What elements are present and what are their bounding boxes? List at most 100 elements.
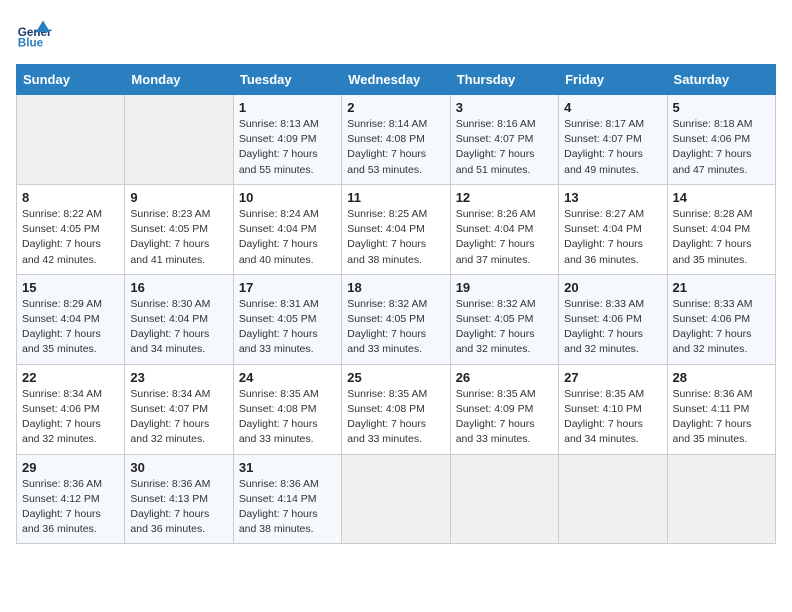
day-number: 2 [347,100,444,115]
calendar-cell: 26 Sunrise: 8:35 AM Sunset: 4:09 PM Dayli… [450,364,558,454]
day-info: Sunrise: 8:22 AM Sunset: 4:05 PM Dayligh… [22,207,119,268]
day-header-wednesday: Wednesday [342,65,450,95]
calendar-cell: 25Sunrise: 8:35 AM Sunset: 4:08 PM Dayli… [342,364,450,454]
calendar-week-3: 15 Sunrise: 8:29 AM Sunset: 4:04 PM Dayli… [17,274,776,364]
calendar-week-5: 29Sunrise: 8:36 AM Sunset: 4:12 PM Dayli… [17,454,776,544]
day-number: 26 [456,370,553,385]
calendar-cell: 18 Sunrise: 8:32 AM Sunset: 4:05 PM Dayli… [342,274,450,364]
day-info: Sunrise: 8:34 AM Sunset: 4:06 PM Dayligh… [22,387,119,448]
day-number: 11 [347,190,444,205]
calendar-cell: 31Sunrise: 8:36 AM Sunset: 4:14 PM Dayli… [233,454,341,544]
calendar-cell: 22Sunrise: 8:34 AM Sunset: 4:06 PM Dayli… [17,364,125,454]
calendar-week-2: 8 Sunrise: 8:22 AM Sunset: 4:05 PM Daylig… [17,184,776,274]
calendar-week-1: 1Sunrise: 8:13 AM Sunset: 4:09 PM Daylig… [17,95,776,185]
day-info: Sunrise: 8:28 AM Sunset: 4:04 PM Dayligh… [673,207,770,268]
calendar-cell: 17 Sunrise: 8:31 AM Sunset: 4:05 PM Dayli… [233,274,341,364]
day-number: 8 [22,190,119,205]
day-number: 30 [130,460,227,475]
calendar-cell: 12 Sunrise: 8:26 AM Sunset: 4:04 PM Dayli… [450,184,558,274]
day-number: 23 [130,370,227,385]
calendar-cell [125,95,233,185]
day-info: Sunrise: 8:30 AM Sunset: 4:04 PM Dayligh… [130,297,227,358]
day-number: 9 [130,190,227,205]
days-header-row: SundayMondayTuesdayWednesdayThursdayFrid… [17,65,776,95]
calendar-cell: 21 Sunrise: 8:33 AM Sunset: 4:06 PM Dayli… [667,274,775,364]
day-header-thursday: Thursday [450,65,558,95]
day-info: Sunrise: 8:36 AM Sunset: 4:13 PM Dayligh… [130,477,227,538]
calendar-cell: 13Sunrise: 8:27 AM Sunset: 4:04 PM Dayli… [559,184,667,274]
calendar-cell: 24 Sunrise: 8:35 AM Sunset: 4:08 PM Dayli… [233,364,341,454]
day-number: 19 [456,280,553,295]
page-header: General Blue [16,16,776,52]
calendar-cell: 28 Sunrise: 8:36 AM Sunset: 4:11 PM Dayli… [667,364,775,454]
day-info: Sunrise: 8:18 AM Sunset: 4:06 PM Dayligh… [673,117,770,178]
day-number: 17 [239,280,336,295]
day-number: 28 [673,370,770,385]
day-info: Sunrise: 8:35 AM Sunset: 4:09 PM Dayligh… [456,387,553,448]
calendar-cell: 29Sunrise: 8:36 AM Sunset: 4:12 PM Dayli… [17,454,125,544]
day-number: 24 [239,370,336,385]
day-info: Sunrise: 8:35 AM Sunset: 4:10 PM Dayligh… [564,387,661,448]
day-number: 27 [564,370,661,385]
day-info: Sunrise: 8:13 AM Sunset: 4:09 PM Dayligh… [239,117,336,178]
day-info: Sunrise: 8:24 AM Sunset: 4:04 PM Dayligh… [239,207,336,268]
day-number: 3 [456,100,553,115]
calendar-cell: 14Sunrise: 8:28 AM Sunset: 4:04 PM Dayli… [667,184,775,274]
calendar-cell [17,95,125,185]
day-info: Sunrise: 8:36 AM Sunset: 4:12 PM Dayligh… [22,477,119,538]
day-info: Sunrise: 8:17 AM Sunset: 4:07 PM Dayligh… [564,117,661,178]
day-number: 21 [673,280,770,295]
day-info: Sunrise: 8:26 AM Sunset: 4:04 PM Dayligh… [456,207,553,268]
calendar-cell [667,454,775,544]
day-info: Sunrise: 8:29 AM Sunset: 4:04 PM Dayligh… [22,297,119,358]
day-header-friday: Friday [559,65,667,95]
calendar-cell: 5 Sunrise: 8:18 AM Sunset: 4:06 PM Daylig… [667,95,775,185]
day-number: 4 [564,100,661,115]
calendar-cell: 11 Sunrise: 8:25 AM Sunset: 4:04 PM Dayli… [342,184,450,274]
calendar-table: SundayMondayTuesdayWednesdayThursdayFrid… [16,64,776,544]
day-number: 25 [347,370,444,385]
calendar-cell: 27 Sunrise: 8:35 AM Sunset: 4:10 PM Dayli… [559,364,667,454]
day-info: Sunrise: 8:31 AM Sunset: 4:05 PM Dayligh… [239,297,336,358]
day-number: 5 [673,100,770,115]
day-info: Sunrise: 8:23 AM Sunset: 4:05 PM Dayligh… [130,207,227,268]
day-header-monday: Monday [125,65,233,95]
day-info: Sunrise: 8:33 AM Sunset: 4:06 PM Dayligh… [673,297,770,358]
day-info: Sunrise: 8:25 AM Sunset: 4:04 PM Dayligh… [347,207,444,268]
calendar-cell [450,454,558,544]
day-number: 31 [239,460,336,475]
svg-text:Blue: Blue [18,37,44,50]
calendar-cell [342,454,450,544]
day-number: 20 [564,280,661,295]
calendar-cell: 4 Sunrise: 8:17 AM Sunset: 4:07 PM Daylig… [559,95,667,185]
calendar-body: 1Sunrise: 8:13 AM Sunset: 4:09 PM Daylig… [17,95,776,544]
calendar-cell: 9 Sunrise: 8:23 AM Sunset: 4:05 PM Daylig… [125,184,233,274]
day-info: Sunrise: 8:32 AM Sunset: 4:05 PM Dayligh… [456,297,553,358]
calendar-cell: 8 Sunrise: 8:22 AM Sunset: 4:05 PM Daylig… [17,184,125,274]
calendar-cell [559,454,667,544]
logo: General Blue [16,16,56,52]
day-number: 16 [130,280,227,295]
day-info: Sunrise: 8:32 AM Sunset: 4:05 PM Dayligh… [347,297,444,358]
day-info: Sunrise: 8:27 AM Sunset: 4:04 PM Dayligh… [564,207,661,268]
day-header-sunday: Sunday [17,65,125,95]
calendar-cell: 10Sunrise: 8:24 AM Sunset: 4:04 PM Dayli… [233,184,341,274]
day-info: Sunrise: 8:14 AM Sunset: 4:08 PM Dayligh… [347,117,444,178]
calendar-cell: 2 Sunrise: 8:14 AM Sunset: 4:08 PM Daylig… [342,95,450,185]
day-number: 18 [347,280,444,295]
day-info: Sunrise: 8:16 AM Sunset: 4:07 PM Dayligh… [456,117,553,178]
day-info: Sunrise: 8:33 AM Sunset: 4:06 PM Dayligh… [564,297,661,358]
day-number: 12 [456,190,553,205]
calendar-cell: 15 Sunrise: 8:29 AM Sunset: 4:04 PM Dayli… [17,274,125,364]
calendar-cell: 19 Sunrise: 8:32 AM Sunset: 4:05 PM Dayli… [450,274,558,364]
calendar-cell: 16 Sunrise: 8:30 AM Sunset: 4:04 PM Dayli… [125,274,233,364]
day-info: Sunrise: 8:35 AM Sunset: 4:08 PM Dayligh… [239,387,336,448]
day-header-saturday: Saturday [667,65,775,95]
day-info: Sunrise: 8:36 AM Sunset: 4:11 PM Dayligh… [673,387,770,448]
calendar-week-4: 22Sunrise: 8:34 AM Sunset: 4:06 PM Dayli… [17,364,776,454]
calendar-cell: 23Sunrise: 8:34 AM Sunset: 4:07 PM Dayli… [125,364,233,454]
day-number: 15 [22,280,119,295]
calendar-cell: 20 Sunrise: 8:33 AM Sunset: 4:06 PM Dayli… [559,274,667,364]
calendar-cell: 3 Sunrise: 8:16 AM Sunset: 4:07 PM Daylig… [450,95,558,185]
day-header-tuesday: Tuesday [233,65,341,95]
